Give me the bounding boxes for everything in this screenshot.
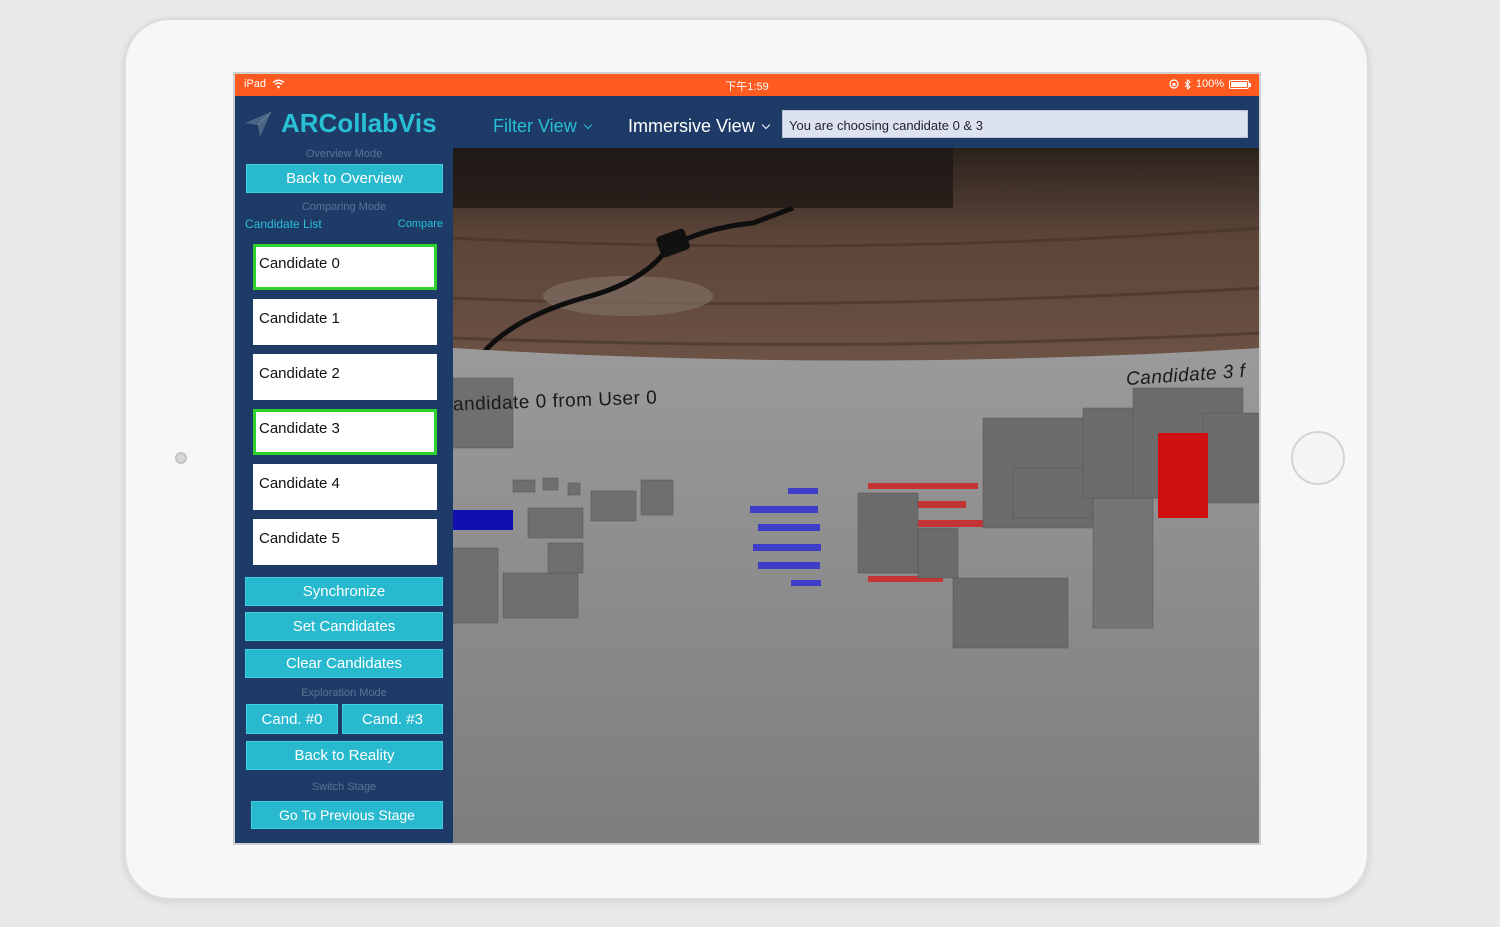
ar-camera-view[interactable]: andidate 0 from User 0 Candidate 3 f [453, 148, 1259, 843]
ar-scene-graphic [453, 148, 1259, 843]
candidate-list-label: Candidate List [245, 217, 322, 231]
compare-link[interactable]: Compare [398, 218, 443, 230]
candidate-3-highlight [1158, 433, 1208, 518]
comparing-mode-label: Comparing Mode [301, 201, 387, 213]
rotation-lock-icon [1169, 79, 1179, 89]
exploration-mode-label: Exploration Mode [301, 687, 387, 699]
clock: 下午1:59 [725, 81, 769, 93]
desk-object [453, 148, 953, 208]
candidate-item-2[interactable]: Candidate 2 [253, 354, 437, 400]
status-bar: iPad 下午1:59 100% [235, 74, 1259, 96]
cand-3-button[interactable]: Cand. #3 [342, 704, 443, 734]
candidate-item-4[interactable]: Candidate 4 [253, 464, 437, 510]
front-camera [175, 452, 187, 464]
app-title: ARCollabVis [281, 108, 437, 138]
candidate-item-0[interactable]: Candidate 0 [253, 244, 437, 290]
battery-icon [1229, 79, 1251, 89]
screen: iPad 下午1:59 100% ARCollabVis Filter View… [233, 72, 1261, 845]
filter-view-label: Filter View [493, 116, 577, 136]
chevron-down-icon [583, 120, 592, 129]
back-to-overview-button[interactable]: Back to Overview [246, 164, 443, 193]
overview-mode-label: Overview Mode [305, 148, 383, 160]
home-button[interactable] [1291, 431, 1345, 485]
candidate-item-3[interactable]: Candidate 3 [253, 409, 437, 455]
bluetooth-icon [1184, 78, 1191, 90]
sidebar: Overview Mode Back to Overview Comparing… [235, 148, 453, 843]
navigation-arrow-icon [245, 111, 272, 137]
top-navigation: ARCollabVis Filter View Immersive View Y… [235, 96, 1259, 148]
immersive-view-label: Immersive View [628, 116, 755, 136]
switch-stage-label: Switch Stage [311, 781, 377, 793]
chevron-down-icon [761, 120, 770, 129]
candidate-item-5[interactable]: Candidate 5 [253, 519, 437, 565]
clear-candidates-button[interactable]: Clear Candidates [245, 649, 443, 678]
app-logo: ARCollabVis [243, 108, 437, 139]
back-to-reality-button[interactable]: Back to Reality [246, 741, 443, 770]
cand-0-button[interactable]: Cand. #0 [246, 704, 338, 734]
filter-view-menu[interactable]: Filter View [493, 116, 592, 137]
immersive-view-menu[interactable]: Immersive View [628, 116, 770, 137]
candidate-0-highlight [453, 510, 513, 530]
go-to-previous-stage-button[interactable]: Go To Previous Stage [251, 801, 443, 829]
set-candidates-button[interactable]: Set Candidates [245, 612, 443, 641]
selection-status-field[interactable]: You are choosing candidate 0 & 3 [782, 110, 1248, 138]
battery-percent: 100% [1195, 78, 1224, 90]
synchronize-button[interactable]: Synchronize [245, 577, 443, 606]
candidate-item-1[interactable]: Candidate 1 [253, 299, 437, 345]
